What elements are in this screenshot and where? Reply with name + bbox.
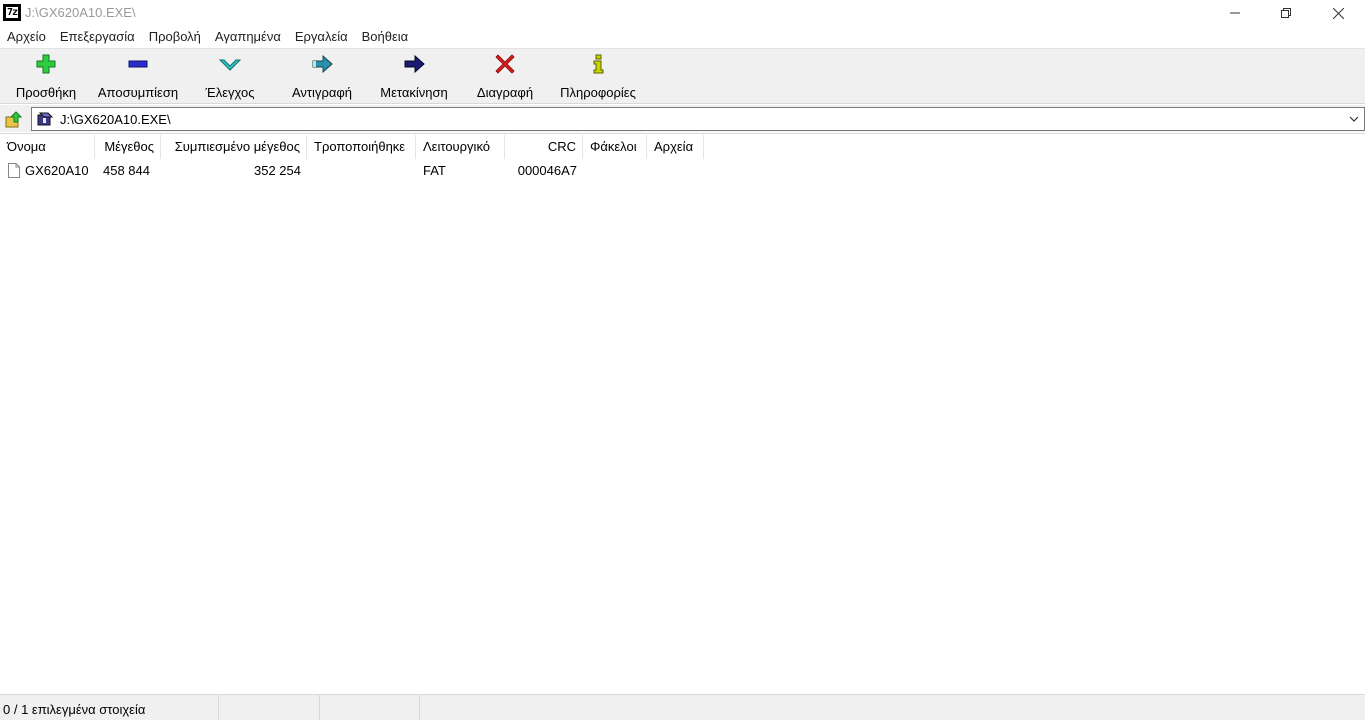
row-crc: 000046A7 xyxy=(517,163,577,178)
row-files xyxy=(647,161,704,181)
row-name: GX620A10 xyxy=(25,163,89,178)
address-bar: J:\GX620A10.EXE\ xyxy=(0,105,1365,132)
status-panel-3 xyxy=(320,695,420,720)
menu-bar: Αρχείο Επεξεργασία Προβολή Αγαπημένα Εργ… xyxy=(0,27,1365,47)
status-selection-count: 0 / 1 επιλεγμένα στοιχεία xyxy=(0,695,219,720)
menu-file[interactable]: Αρχείο xyxy=(0,27,53,47)
row-packed-size: 352 254 xyxy=(254,163,301,178)
address-path: J:\GX620A10.EXE\ xyxy=(60,112,171,127)
status-panel-2 xyxy=(219,695,320,720)
column-header-folders[interactable]: Φάκελοι xyxy=(583,135,647,159)
menu-tools[interactable]: Εργαλεία xyxy=(288,27,355,47)
column-header-files[interactable]: Αρχεία xyxy=(647,135,704,159)
close-icon xyxy=(1332,7,1344,19)
row-modified xyxy=(307,161,416,181)
column-header-crc[interactable]: CRC xyxy=(505,135,583,159)
minimize-button[interactable] xyxy=(1212,0,1258,26)
column-header-name[interactable]: Όνομα xyxy=(0,135,95,159)
7zip-app-icon[interactable]: 7z xyxy=(3,4,21,21)
column-header-size[interactable]: Μέγεθος xyxy=(95,135,161,159)
archive-icon xyxy=(37,112,54,126)
menu-view[interactable]: Προβολή xyxy=(142,27,208,47)
title-bar: 7z J:\GX620A10.EXE\ xyxy=(0,0,1365,26)
extract-minus-icon xyxy=(127,53,149,75)
chevron-down-icon[interactable] xyxy=(1348,112,1360,126)
menu-favorites[interactable]: Αγαπημένα xyxy=(208,27,288,47)
test-button[interactable]: Έλεγχος xyxy=(204,53,256,101)
close-button[interactable] xyxy=(1315,0,1361,26)
restore-button[interactable] xyxy=(1263,0,1309,26)
toolbar: Προσθήκη Αποσυμπίεση Έλεγχος Αντιγραφή Μ… xyxy=(0,48,1365,104)
column-header-host-os[interactable]: Λειτουργικό xyxy=(416,135,505,159)
row-folders xyxy=(583,161,647,181)
info-icon xyxy=(587,53,609,75)
copy-arrow-icon xyxy=(311,53,333,75)
test-check-icon xyxy=(219,53,241,75)
minimize-icon xyxy=(1230,12,1240,14)
window-title: J:\GX620A10.EXE\ xyxy=(25,5,136,20)
up-folder-icon xyxy=(5,111,23,128)
move-button[interactable]: Μετακίνηση xyxy=(375,53,453,101)
row-name-cell: GX620A10 xyxy=(0,161,95,181)
column-header-packed-size[interactable]: Συμπιεσμένο μέγεθος xyxy=(161,135,307,159)
row-host-os: FAT xyxy=(423,163,446,178)
file-icon xyxy=(8,163,20,178)
table-row[interactable]: GX620A10 458 844 352 254 FAT 000046A7 xyxy=(0,161,704,181)
row-size: 458 844 xyxy=(103,163,150,178)
column-header-modified[interactable]: Τροποποιήθηκε xyxy=(307,135,416,159)
delete-x-icon xyxy=(494,53,516,75)
up-folder-button[interactable] xyxy=(3,108,25,130)
copy-button[interactable]: Αντιγραφή xyxy=(287,53,357,101)
add-plus-icon xyxy=(35,53,57,75)
info-button[interactable]: Πληροφορίες xyxy=(556,53,640,101)
extract-button[interactable]: Αποσυμπίεση xyxy=(95,53,181,101)
move-arrow-icon xyxy=(403,53,425,75)
delete-button[interactable]: Διαγραφή xyxy=(473,53,537,101)
menu-edit[interactable]: Επεξεργασία xyxy=(53,27,142,47)
status-bar: 0 / 1 επιλεγμένα στοιχεία xyxy=(0,694,1365,720)
list-header: Όνομα Μέγεθος Συμπιεσμένο μέγεθος Τροποπ… xyxy=(0,135,704,159)
address-combobox[interactable]: J:\GX620A10.EXE\ xyxy=(31,107,1365,131)
restore-icon xyxy=(1281,8,1291,18)
add-button[interactable]: Προσθήκη xyxy=(13,53,79,101)
menu-help[interactable]: Βοήθεια xyxy=(355,27,416,47)
file-list[interactable]: Όνομα Μέγεθος Συμπιεσμένο μέγεθος Τροποπ… xyxy=(0,133,1365,693)
